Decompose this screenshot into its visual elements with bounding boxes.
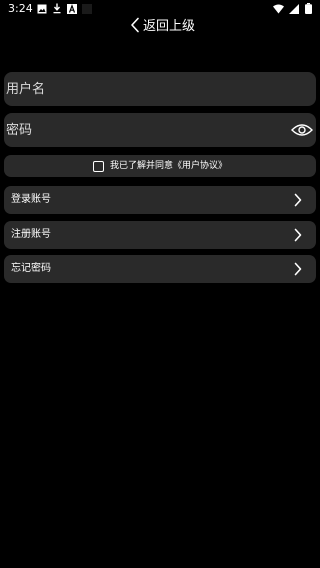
chevron-right-icon	[288, 225, 308, 245]
agreement-row: 我已了解并同意《用户协议》	[4, 155, 316, 177]
show-password-eye-icon[interactable]	[290, 118, 314, 142]
username-field-container	[4, 72, 316, 106]
password-input[interactable]	[6, 115, 290, 145]
chevron-left-icon	[130, 17, 140, 37]
agreement-text[interactable]: 我已了解并同意《用户协议》	[110, 160, 227, 172]
menu-item-label: 登录账号	[11, 194, 51, 205]
download-icon	[52, 3, 62, 14]
chevron-right-icon	[288, 190, 308, 210]
password-field-container	[4, 113, 316, 147]
status-time: 3:24	[8, 2, 33, 15]
username-input[interactable]	[6, 74, 316, 104]
login-account-item[interactable]: 登录账号	[4, 186, 316, 214]
dark-square-icon	[82, 3, 92, 14]
image-icon	[37, 3, 47, 14]
menu-item-label: 注册账号	[11, 229, 51, 240]
signal-icon	[288, 3, 299, 14]
back-label: 返回上级	[143, 19, 196, 34]
register-account-item[interactable]: 注册账号	[4, 221, 316, 249]
back-button[interactable]: 返回上级	[130, 16, 195, 38]
menu-item-label: 忘记密码	[11, 263, 51, 274]
battery-icon	[303, 3, 314, 14]
agreement-checkbox[interactable]	[92, 160, 104, 172]
system-icons	[273, 3, 314, 14]
chevron-right-icon	[288, 259, 308, 279]
font-a-icon	[67, 3, 77, 14]
notification-icons	[37, 3, 92, 14]
forgot-password-item[interactable]: 忘记密码	[4, 255, 316, 283]
wifi-icon	[273, 3, 284, 14]
